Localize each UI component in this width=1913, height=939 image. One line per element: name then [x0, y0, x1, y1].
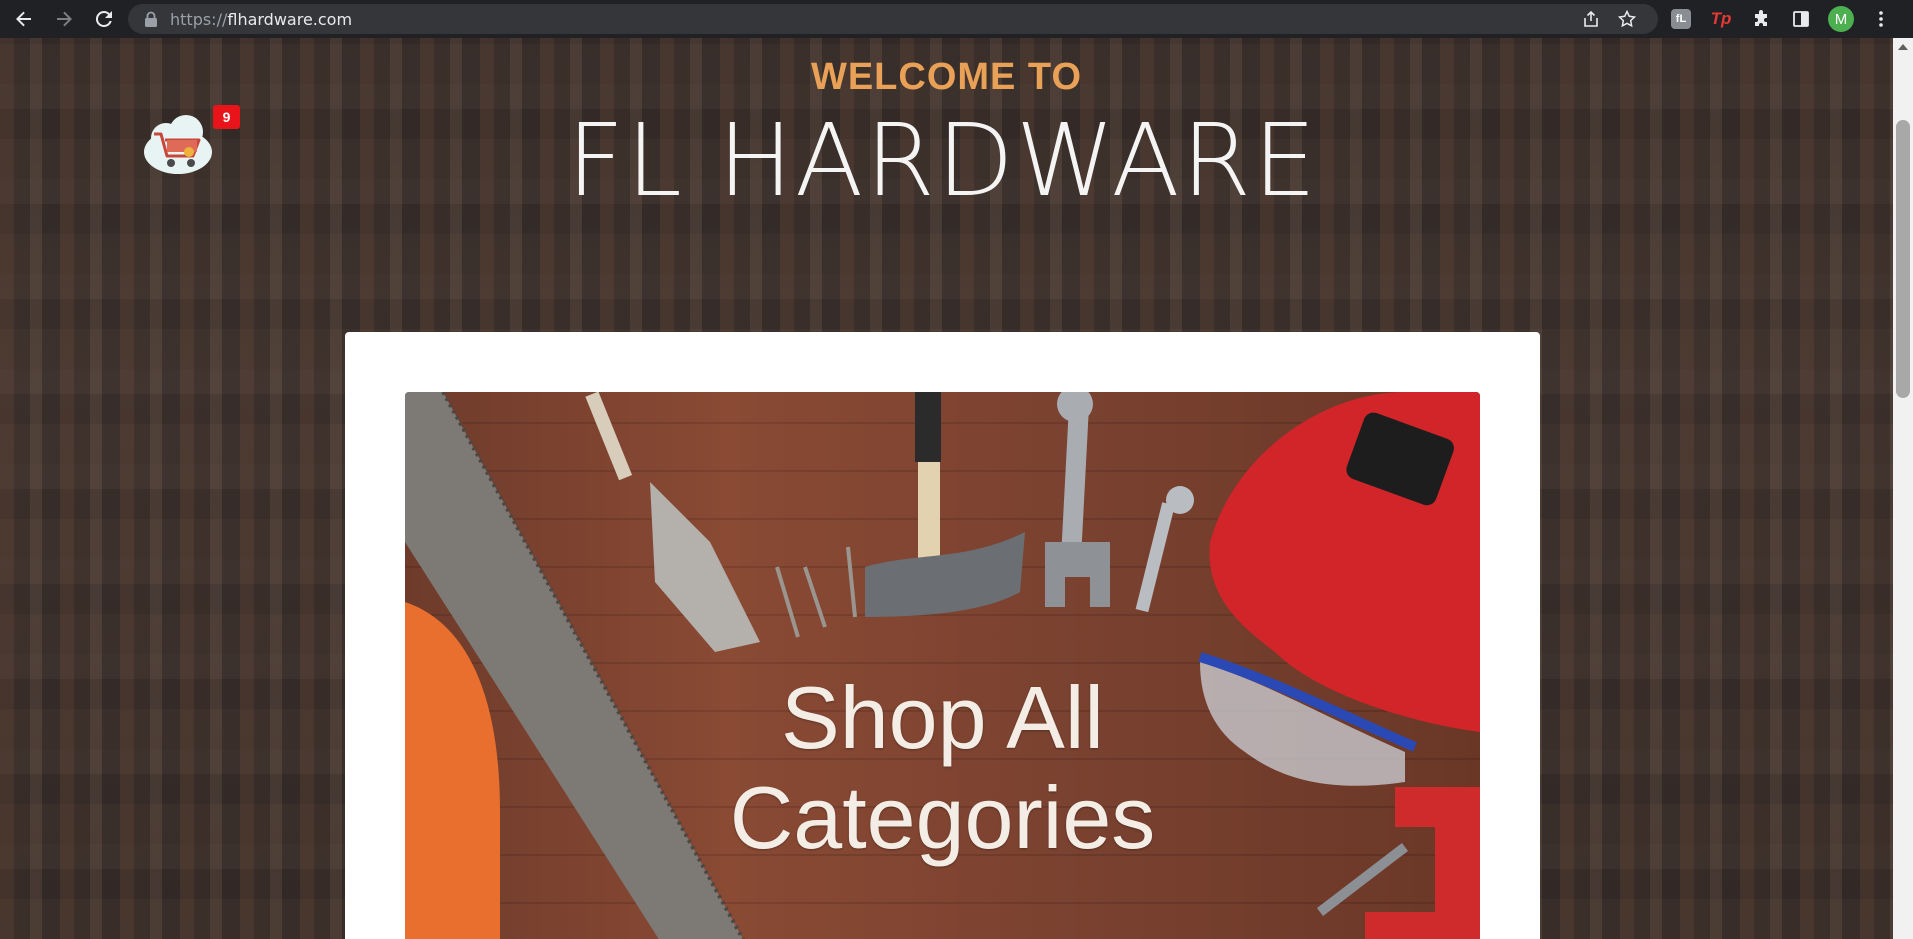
- tp-extension-label: Tp: [1710, 9, 1732, 28]
- promo-line-1: Shop All: [781, 668, 1104, 767]
- url-scheme: https://: [170, 9, 228, 29]
- back-button[interactable]: [10, 5, 38, 33]
- shopping-cart-cloud-icon: [144, 115, 212, 174]
- shop-all-categories-banner[interactable]: Shop All Categories: [405, 392, 1480, 939]
- share-icon[interactable]: [1582, 10, 1600, 28]
- forward-arrow-icon: [57, 11, 72, 27]
- address-bar[interactable]: https://flhardware.com: [128, 4, 1658, 34]
- address-bar-actions: [1582, 4, 1636, 34]
- promo-caption: Shop All Categories: [405, 668, 1480, 868]
- browser-toolbar: https://flhardware.com fL Tp M: [0, 0, 1913, 38]
- puzzle-extensions-icon[interactable]: [1748, 6, 1774, 32]
- profile-avatar[interactable]: M: [1828, 6, 1854, 32]
- url-host: flhardware.com: [227, 9, 353, 29]
- scrollbar-thumb[interactable]: [1896, 120, 1910, 398]
- side-panel-icon[interactable]: [1788, 6, 1814, 32]
- extensions-area: fL Tp M: [1668, 4, 1894, 34]
- browser-menu-icon[interactable]: [1868, 6, 1894, 32]
- page-viewport: WELCOME TO FL HARDWARE 9 Shop All Catego…: [0, 38, 1893, 939]
- tp-extension-icon[interactable]: Tp: [1708, 6, 1734, 32]
- back-arrow-icon: [16, 11, 31, 27]
- promo-line-2: Categories: [729, 768, 1156, 867]
- reload-button[interactable]: [90, 5, 118, 33]
- brand-title: FL HARDWARE: [566, 102, 1319, 219]
- fl-extension-label: fL: [1671, 9, 1691, 29]
- scroll-up-arrow-icon[interactable]: [1898, 44, 1908, 50]
- cart-button[interactable]: [140, 108, 215, 178]
- welcome-heading: WELCOME TO: [810, 56, 1083, 98]
- category-card: Shop All Categories: [345, 332, 1540, 939]
- cart-count-badge: 9: [213, 105, 240, 129]
- forward-button[interactable]: [50, 5, 78, 33]
- fl-extension-icon[interactable]: fL: [1668, 6, 1694, 32]
- page-scrollbar[interactable]: [1893, 38, 1913, 939]
- bookmark-star-icon[interactable]: [1618, 10, 1636, 28]
- lock-icon: [145, 11, 157, 27]
- reload-icon: [95, 10, 112, 27]
